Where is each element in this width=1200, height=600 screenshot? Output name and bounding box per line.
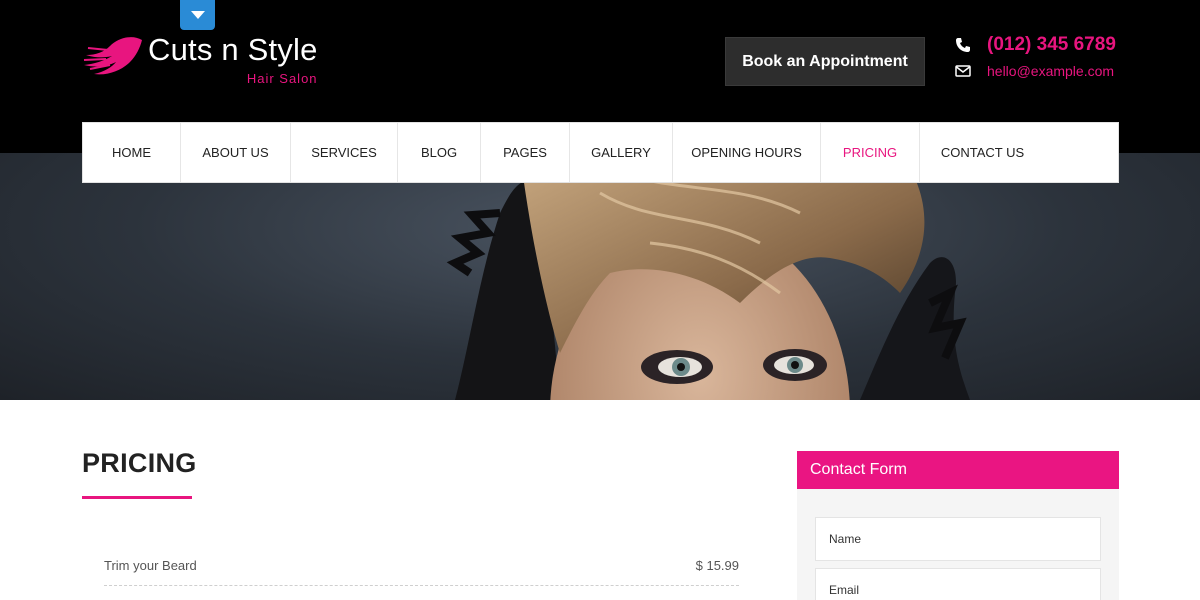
nav-contact-us[interactable]: CONTACT US: [920, 123, 1045, 182]
title-underline: [82, 496, 192, 499]
email-input[interactable]: [816, 569, 1100, 600]
hero-model-photo: [446, 153, 970, 400]
top-toggle-tab[interactable]: [180, 0, 215, 30]
service-name: Trim your Beard: [104, 558, 197, 573]
name-input[interactable]: [816, 518, 1100, 560]
contact-form-widget: Contact Form: [797, 451, 1119, 600]
envelope-icon: [955, 63, 971, 79]
nav-home[interactable]: HOME: [83, 123, 181, 182]
email-field[interactable]: [815, 568, 1101, 600]
main-nav: HOME ABOUT US SERVICES BLOG PAGES GALLER…: [82, 122, 1119, 183]
nav-pages[interactable]: PAGES: [481, 123, 570, 182]
nav-pricing[interactable]: PRICING: [821, 123, 920, 182]
brand-name: Cuts n Style: [148, 32, 318, 67]
phone-contact[interactable]: (012) 345 6789: [955, 34, 1116, 56]
nav-blog[interactable]: BLOG: [398, 123, 481, 182]
email-contact[interactable]: hello@example.com: [955, 63, 1114, 79]
caret-down-icon: [190, 11, 205, 19]
hero-image: [0, 153, 1200, 400]
hair-logo-icon: [83, 37, 142, 75]
nav-gallery[interactable]: GALLERY: [570, 123, 673, 182]
name-field[interactable]: [815, 517, 1101, 561]
nav-opening-hours[interactable]: OPENING HOURS: [673, 123, 821, 182]
phone-number[interactable]: (012) 345 6789: [987, 34, 1116, 56]
nav-about-us[interactable]: ABOUT US: [181, 123, 291, 182]
book-appointment-button[interactable]: Book an Appointment: [725, 37, 925, 86]
logo[interactable]: Cuts n Style Hair Salon: [82, 30, 318, 90]
page-title: PRICING: [82, 448, 197, 478]
nav-services[interactable]: SERVICES: [291, 123, 398, 182]
service-price: $ 15.99: [695, 558, 739, 573]
price-list-item: Trim your Beard $ 15.99: [104, 558, 739, 586]
brand-tagline: Hair Salon: [246, 71, 318, 86]
contact-form-heading: Contact Form: [797, 451, 1119, 489]
email-address[interactable]: hello@example.com: [987, 63, 1114, 79]
phone-icon: [955, 37, 971, 53]
